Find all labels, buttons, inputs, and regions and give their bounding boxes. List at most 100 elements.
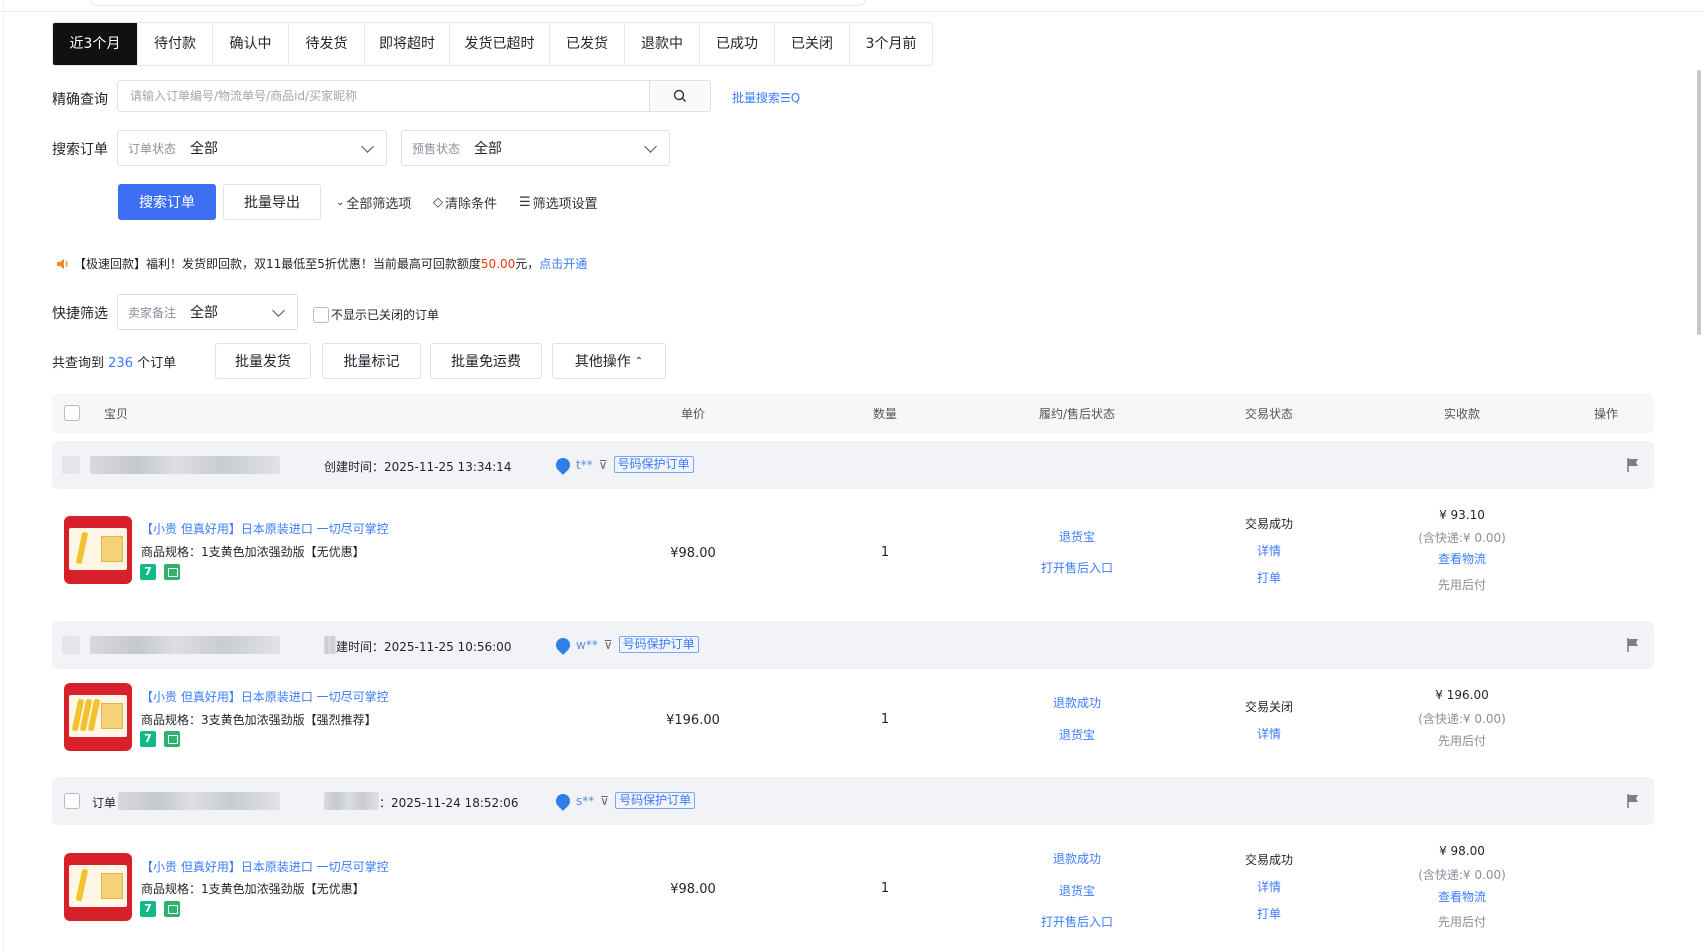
tab-shipped[interactable]: 已发货 bbox=[550, 23, 625, 65]
wangwang-icon[interactable] bbox=[553, 634, 573, 655]
tab-completed[interactable]: 已成功 bbox=[700, 23, 775, 65]
product-box bbox=[101, 703, 123, 729]
product-image[interactable] bbox=[64, 516, 132, 584]
chevron-down-icon bbox=[644, 139, 657, 153]
created-time: 创建时间：2025-11-25 13:34:14 bbox=[324, 460, 512, 474]
precise-search-input[interactable] bbox=[118, 81, 649, 111]
order-header: 建时间：2025-11-25 10:56:00 w** ⊽ 号码保护订单 bbox=[52, 621, 1654, 669]
tab-to-ship[interactable]: 待发货 bbox=[289, 23, 365, 65]
search-orders-button[interactable]: 搜索订单 bbox=[118, 184, 216, 220]
batch-search-link[interactable]: 批量搜索☰Q bbox=[732, 89, 800, 106]
tab-recent-3-months[interactable]: 近3个月 bbox=[53, 23, 138, 65]
return-treasure-link[interactable]: 退货宝 bbox=[1059, 528, 1095, 545]
trade-status: 交易成功 bbox=[1244, 517, 1294, 531]
refund-success-link[interactable]: 退款成功 bbox=[1053, 850, 1101, 867]
quantity: 1 bbox=[880, 545, 890, 560]
tab-closed[interactable]: 已关闭 bbox=[775, 23, 850, 65]
presale-status-select[interactable]: 预售状态 全部 bbox=[401, 130, 670, 166]
presale-status-value: 全部 bbox=[474, 141, 503, 157]
shipping-fee: (含快递:¥ 0.00) bbox=[1418, 868, 1506, 882]
filter-icon[interactable]: ⊽ bbox=[604, 638, 613, 652]
other-actions-label: 其他操作 bbox=[574, 354, 631, 370]
print-order-link[interactable]: 打单 bbox=[1257, 905, 1281, 922]
order-status-select[interactable]: 订单状态 全部 bbox=[117, 130, 387, 166]
created-time: ：2025-11-24 18:52:06 bbox=[379, 796, 519, 810]
notice-suffix: 元， bbox=[515, 257, 540, 271]
buyer-nickname[interactable]: t** bbox=[576, 458, 593, 472]
flag-icon[interactable] bbox=[1626, 793, 1640, 809]
product-title[interactable]: 【小贵 但真好用】日本原装进口 一切尽可掌控 bbox=[141, 688, 389, 705]
filter-icon[interactable]: ⊽ bbox=[599, 458, 608, 472]
clear-conditions-label: 清除条件 bbox=[445, 197, 498, 212]
bulk-mark-button[interactable]: 批量标记 bbox=[322, 343, 421, 379]
seven-day-return-icon: 7 bbox=[140, 731, 156, 747]
select-all-checkbox[interactable] bbox=[64, 405, 80, 421]
order-status-key: 订单状态 bbox=[128, 141, 177, 156]
view-logistics-link[interactable]: 查看物流 bbox=[1438, 888, 1486, 905]
tab-about-to-timeout[interactable]: 即将超时 bbox=[365, 23, 450, 65]
order-detail-link[interactable]: 详情 bbox=[1257, 878, 1281, 895]
bulk-free-shipping-button[interactable]: 批量免运费 bbox=[430, 343, 542, 379]
product-image[interactable] bbox=[64, 853, 132, 921]
summary-prefix: 共查询到 bbox=[52, 356, 105, 371]
product-title[interactable]: 【小贵 但真好用】日本原装进口 一切尽可掌控 bbox=[141, 858, 389, 875]
return-treasure-link[interactable]: 退货宝 bbox=[1059, 726, 1095, 743]
product-image-pack bbox=[69, 865, 127, 907]
return-insurance-icon bbox=[164, 731, 180, 747]
clear-conditions-button[interactable]: ◇ 清除条件 bbox=[433, 193, 497, 212]
filter-icon[interactable]: ⊽ bbox=[600, 794, 609, 808]
unit-price: ¥196.00 bbox=[666, 713, 720, 728]
notice-open-link[interactable]: 点击开通 bbox=[539, 255, 587, 272]
order-checkbox[interactable] bbox=[64, 793, 80, 809]
shipping-fee: (含快递:¥ 0.00) bbox=[1418, 531, 1506, 545]
order-detail-link[interactable]: 详情 bbox=[1257, 725, 1281, 742]
filter-settings-label: 筛选项设置 bbox=[532, 197, 598, 212]
vertical-scrollbar[interactable] bbox=[1697, 70, 1701, 335]
time-prefix-blurred bbox=[324, 792, 379, 810]
tab-confirming[interactable]: 确认中 bbox=[213, 23, 289, 65]
flag-icon[interactable] bbox=[1626, 457, 1640, 473]
batch-export-button[interactable]: 批量导出 bbox=[223, 184, 321, 220]
order-header: 创建时间：2025-11-25 13:34:14 t** ⊽ 号码保护订单 bbox=[52, 441, 1654, 489]
product-spec: 商品规格：3支黄色加浓强劲版【强烈推荐】 bbox=[141, 713, 377, 727]
wangwang-icon[interactable] bbox=[553, 790, 573, 811]
seller-note-select[interactable]: 卖家备注 全部 bbox=[117, 294, 298, 330]
phone-protect-badge[interactable]: 号码保护订单 bbox=[613, 456, 694, 473]
other-actions-button[interactable]: 其他操作 ⌃ bbox=[552, 343, 666, 379]
filter-settings-button[interactable]: ☰ 筛选项设置 bbox=[519, 193, 598, 212]
buyer-nickname[interactable]: s** bbox=[576, 794, 594, 808]
buyer-nickname[interactable]: w** bbox=[576, 638, 598, 652]
bulk-ship-button[interactable]: 批量发货 bbox=[215, 343, 311, 379]
summary-suffix: 个订单 bbox=[137, 356, 177, 371]
refund-success-link[interactable]: 退款成功 bbox=[1053, 694, 1101, 711]
table-header: 宝贝 单价 数量 履约/售后状态 交易状态 实收款 操作 bbox=[52, 393, 1654, 433]
created-time: 建时间：2025-11-25 10:56:00 bbox=[336, 640, 512, 654]
wangwang-icon[interactable] bbox=[553, 454, 573, 475]
tab-pending-payment[interactable]: 待付款 bbox=[138, 23, 213, 65]
view-logistics-link[interactable]: 查看物流 bbox=[1438, 550, 1486, 567]
hide-closed-checkbox-row[interactable]: 不显示已关闭的订单 bbox=[313, 306, 439, 323]
product-spec: 商品规格：1支黄色加浓强劲版【无优惠】 bbox=[141, 882, 365, 896]
open-after-sale-link[interactable]: 打开售后入口 bbox=[1041, 559, 1113, 576]
seven-day-return-icon: 7 bbox=[140, 901, 156, 917]
all-filters-toggle[interactable]: ⌄ 全部筛选项 bbox=[336, 193, 411, 212]
print-order-link[interactable]: 打单 bbox=[1257, 569, 1281, 586]
flag-icon[interactable] bbox=[1626, 637, 1640, 653]
tab-ship-overdue[interactable]: 发货已超时 bbox=[450, 23, 550, 65]
col-qty: 数量 bbox=[872, 407, 898, 421]
tab-older-than-3-months[interactable]: 3个月前 bbox=[850, 23, 932, 65]
search-icon bbox=[673, 89, 686, 102]
open-after-sale-link[interactable]: 打开售后入口 bbox=[1041, 913, 1113, 930]
product-image[interactable] bbox=[64, 683, 132, 751]
hide-closed-checkbox[interactable] bbox=[313, 306, 329, 323]
top-frame bbox=[0, 0, 1704, 12]
phone-protect-badge[interactable]: 号码保护订单 bbox=[618, 636, 699, 653]
order-detail-link[interactable]: 详情 bbox=[1257, 542, 1281, 559]
phone-protect-badge[interactable]: 号码保护订单 bbox=[615, 792, 696, 809]
search-icon-button[interactable] bbox=[649, 81, 710, 111]
product-spec: 商品规格：1支黄色加浓强劲版【无优惠】 bbox=[141, 545, 365, 559]
product-title[interactable]: 【小贵 但真好用】日本原装进口 一切尽可掌控 bbox=[141, 520, 389, 537]
return-treasure-link[interactable]: 退货宝 bbox=[1059, 882, 1095, 899]
eraser-icon: ◇ bbox=[433, 195, 443, 210]
tab-refunding[interactable]: 退款中 bbox=[625, 23, 700, 65]
